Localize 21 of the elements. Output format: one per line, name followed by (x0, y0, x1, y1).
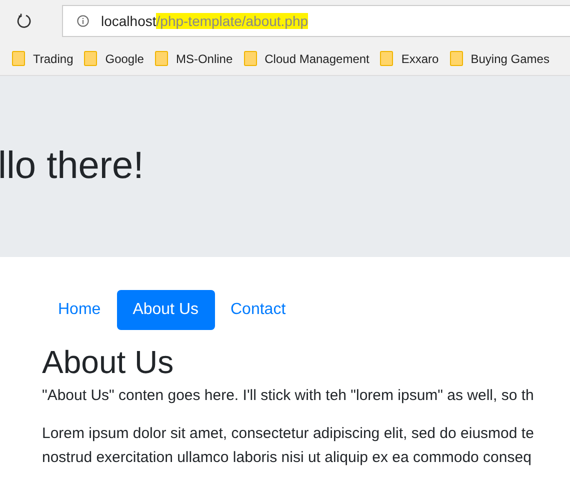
reload-icon[interactable] (16, 13, 32, 29)
folder-icon (12, 51, 25, 66)
bookmark[interactable]: MS-Online (154, 50, 233, 68)
folder-icon (84, 51, 98, 66)
bookmark[interactable]: Google (84, 50, 144, 68)
bookmark[interactable]: Exxaro (380, 50, 439, 68)
info-icon[interactable] (77, 15, 89, 27)
nav-link[interactable]: About Us (116, 290, 214, 330)
nav-link[interactable]: Home (42, 290, 117, 330)
folder-icon (380, 51, 394, 66)
paragraph: Lorem ipsum dolor sit amet, consectetur adipiscing elit, sed do eiusmod te nostrud exercitation ullamco laboris nisi ut aliquip ex ea commodo conseq (42, 424, 535, 468)
bookmark[interactable]: Buying Games (450, 50, 550, 68)
paragraph: "About Us" conten goes here. I'll stick with teh "lorem ipsum" as well, so th (42, 386, 535, 406)
page-heading: About Us (42, 343, 175, 382)
folder-icon (154, 51, 168, 66)
jumbotron-title: llo there! (0, 144, 144, 189)
bookmark[interactable]: Cloud Management (244, 50, 370, 68)
folder-icon (244, 51, 257, 66)
folder-icon (450, 51, 463, 66)
bookmark[interactable]: Trading (12, 50, 74, 68)
nav-link[interactable]: Contact (214, 290, 302, 330)
